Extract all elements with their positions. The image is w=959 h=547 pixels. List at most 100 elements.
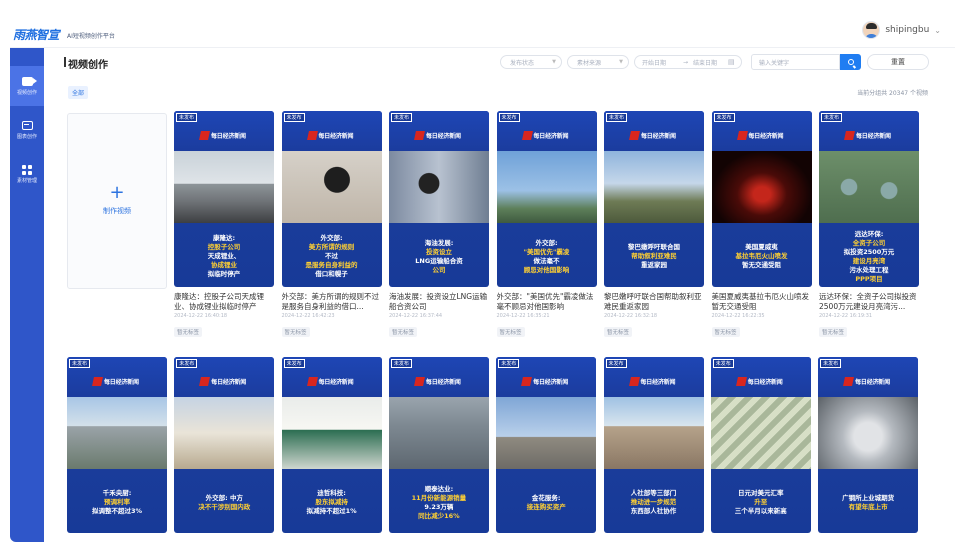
- video-thumbnail[interactable]: 未发布 每日经济新闻 外交部: 美方所谓的规则 不过 是服务自身利益的 借口和幌子: [281, 111, 382, 287]
- caption-line: 控股子公司: [207, 243, 241, 251]
- search-button[interactable]: [840, 54, 861, 70]
- source-select[interactable]: 素材来源 ▼: [567, 55, 629, 69]
- caption-line: 东西部人社协作: [630, 507, 677, 515]
- source-select-value: 素材来源: [577, 59, 602, 67]
- avatar[interactable]: [862, 21, 881, 39]
- video-thumbnail[interactable]: 未发布 每日经济新闻 外交部: "美国优先"霸凌 做法毫不 顾忌对他国影响: [496, 111, 597, 287]
- brand-logo: 每日经济新闻: [92, 377, 139, 386]
- brand-logo: 每日经济新闻: [199, 377, 246, 386]
- video-card[interactable]: 未发布 每日经济新闻 外交部: 美方所谓的规则 不过 是服务自身利益的 借口和幌子外交部：美…: [281, 111, 382, 338]
- video-card[interactable]: 未发布 每日经济新闻 人社部等三部门 推动进一步规范 东西部人社协作: [603, 357, 704, 533]
- caption-line: 9.23万辆: [424, 502, 454, 511]
- reset-button[interactable]: 重置: [867, 54, 929, 70]
- publish-status-badge: 未发布: [283, 359, 305, 368]
- thumbnail-caption: 金花服务: 接连购买资产: [496, 469, 596, 533]
- caption-line: 日元对美元汇率: [738, 489, 784, 497]
- thumbnail-caption: 黎巴嫩呼吁联合国 帮助叙利亚难民 重返家园: [604, 223, 704, 287]
- app-logo[interactable]: 雨燕智宣: [13, 26, 60, 43]
- video-count: 当前分组共 20347 个视频: [857, 90, 928, 97]
- create-video-card[interactable]: + 制作视频: [67, 113, 167, 289]
- thumbnail-photo: [818, 397, 919, 469]
- end-date-input[interactable]: 结束日期: [693, 58, 717, 67]
- sidebar-item-assets[interactable]: 素材管理: [10, 154, 44, 194]
- video-card[interactable]: 未发布 每日经济新闻 外交部: 中方 决不干涉别国内政: [174, 357, 275, 533]
- video-thumbnail[interactable]: 未发布 每日经济新闻 美国夏威夷 基拉韦厄火山喷发 暂无交通受阻: [711, 111, 812, 287]
- video-card[interactable]: 未发布 每日经济新闻 美国夏威夷 基拉韦厄火山喷发 暂无交通受阻 美国夏威夷基拉韦厄火山喷…: [711, 111, 812, 338]
- video-date: 2024-12-22 16:42:23: [281, 313, 335, 319]
- sidebar-item-video[interactable]: 视频创作: [10, 66, 44, 106]
- video-card[interactable]: 未发布 每日经济新闻 顺泰达业: 11月份新能源销量 9.23万辆 同比减少16%: [388, 357, 489, 533]
- search-placeholder: 输入关键字: [759, 59, 790, 67]
- video-thumbnail[interactable]: 未发布 每日经济新闻 千禾央厨: 预调利率 拟调整不超过3%: [67, 357, 167, 533]
- video-card[interactable]: 未发布 每日经济新闻 迪哲科技: 股东拟减持 拟减持不超过1%: [281, 357, 382, 533]
- search-input[interactable]: 输入关键字: [751, 54, 840, 70]
- caption-line: 建设月亮湾: [852, 256, 886, 265]
- video-thumbnail[interactable]: 未发布每日经济新闻金花服务: 接连购买资产: [496, 357, 597, 533]
- video-thumbnail[interactable]: 未发布 每日经济新闻 广钢所上业城期货 有望年底上市: [818, 357, 919, 533]
- tag-badge: 暂无标签: [174, 327, 203, 337]
- brand-logo: 每日经济新闻: [199, 131, 246, 140]
- chevron-down-icon: ▼: [619, 59, 623, 65]
- video-card[interactable]: 未发布 每日经济新闻 外交部: "美国优先"霸凌 做法毫不 顾忌对他国影响外交部："美国优…: [496, 111, 597, 338]
- caption-line: 暂无交通受阻: [742, 261, 781, 269]
- video-title[interactable]: 黎巴嫩呼吁联合国帮助叙利亚难民重返家园: [604, 292, 704, 312]
- tag-badge: 暂无标签: [819, 327, 848, 337]
- video-thumbnail[interactable]: 未发布 每日经济新闻 外交部: 中方 决不干涉别国内政: [174, 357, 275, 533]
- caption-line: 预调利率: [104, 498, 130, 506]
- video-card[interactable]: 未发布 每日经济新闻 黎巴嫩呼吁联合国 帮助叙利亚难民 重返家园 黎巴嫩呼吁联合国帮助叙利…: [604, 111, 704, 338]
- video-thumbnail[interactable]: 未发布 每日经济新闻 海油发展: 投资设立 LNG运输船合资 公司: [389, 111, 489, 287]
- caption-line: 11月份新能源销量: [411, 493, 467, 502]
- chevron-down-icon[interactable]: ⌄: [934, 26, 941, 35]
- video-card[interactable]: 未发布 每日经济新闻 远达环保: 全资子公司 拟投资2500万元 建设月亮湾 污水处理工程 P…: [819, 111, 919, 338]
- grid-icon: [21, 164, 33, 175]
- status-select[interactable]: 发布状态 ▼: [500, 55, 562, 69]
- video-card[interactable]: 未发布 每日经济新闻 千禾央厨: 预调利率 拟调整不超过3%: [67, 357, 167, 533]
- sidebar-item-label: 视频创作: [16, 89, 37, 96]
- caption-line: 借口和幌子: [315, 270, 348, 278]
- brand-mark-icon: [843, 377, 855, 386]
- video-card[interactable]: 未发布每日经济新闻金花服务: 接连购买资产: [496, 357, 597, 533]
- brand-name: 每日经济新闻: [318, 133, 354, 140]
- caption-line: 基拉韦厄火山喷发: [735, 252, 788, 260]
- video-thumbnail[interactable]: 未发布 每日经济新闻 人社部等三部门 推动进一步规范 东西部人社协作: [603, 357, 704, 533]
- caption-line: 污水处理工程: [849, 265, 889, 274]
- video-card[interactable]: 未发布 每日经济新闻 日元对美元汇率 升至 三个半月以来新高: [710, 357, 811, 533]
- video-card[interactable]: 未发布 每日经济新闻康隆达: 控股子公司 天成锂业、 协成锂业 拟临时停产康隆达：控股子公…: [174, 111, 274, 338]
- video-title[interactable]: 康隆达：控股子公司天成锂业、协成锂业拟临时停产: [174, 292, 274, 312]
- start-date-input[interactable]: 开始日期: [642, 58, 666, 67]
- date-range-picker[interactable]: 开始日期 → 结束日期 ▤: [634, 55, 742, 69]
- caption-line: 推动进一步规范: [630, 498, 677, 506]
- caption-line: 金花服务:: [531, 493, 561, 502]
- brand-name: 每日经济新闻: [104, 379, 139, 386]
- video-card[interactable]: 未发布 每日经济新闻 广钢所上业城期货 有望年底上市: [818, 357, 919, 533]
- video-thumbnail[interactable]: 未发布 每日经济新闻 远达环保: 全资子公司 拟投资2500万元 建设月亮湾 污水处理工程 P…: [819, 111, 919, 287]
- video-card[interactable]: 未发布 每日经济新闻 海油发展: 投资设立 LNG运输船合资 公司海油发展：投资设立LNG…: [389, 111, 489, 338]
- video-thumbnail[interactable]: 未发布 每日经济新闻康隆达: 控股子公司 天成锂业、 协成锂业 拟临时停产: [174, 111, 274, 287]
- video-thumbnail[interactable]: 未发布 每日经济新闻 日元对美元汇率 升至 三个半月以来新高: [710, 357, 811, 533]
- video-title[interactable]: 外交部："美国优先"霸凌做法毫不顾忌对他国影响: [497, 292, 597, 312]
- thumbnail-caption: 美国夏威夷 基拉韦厄火山喷发 暂无交通受阻: [712, 223, 812, 287]
- thumbnail-caption: 广钢所上业城期货 有望年底上市: [818, 469, 918, 533]
- caption-line: 千禾央厨:: [102, 489, 132, 497]
- caption-line: LNG运输船合资: [415, 256, 463, 265]
- video-title[interactable]: 远达环保：全资子公司拟投资2500万元建设月亮湾污...: [819, 292, 919, 312]
- top-header: 雨燕智宣 AI短视频创作平台 shipingbu ⌄: [10, 14, 955, 48]
- caption-line: 全资子公司: [852, 238, 886, 247]
- brand-name: 每日经济新闻: [318, 379, 354, 386]
- brand-name: 每日经济新闻: [640, 379, 676, 386]
- video-title[interactable]: 外交部：美方所谓的规则不过是服务自身利益的借口...: [282, 292, 382, 312]
- video-title[interactable]: 美国夏威夷基拉韦厄火山喷发暂无交通受阻: [712, 292, 812, 312]
- username[interactable]: shipingbu: [885, 25, 929, 35]
- brand-name: 每日经济新闻: [533, 379, 568, 386]
- tab-all[interactable]: 全部: [68, 86, 89, 99]
- caption-line: 顾忌对他国影响: [523, 265, 570, 274]
- video-thumbnail[interactable]: 未发布 每日经济新闻 迪哲科技: 股东拟减持 拟减持不超过1%: [281, 357, 382, 533]
- publish-status-badge: 未发布: [176, 113, 198, 122]
- thumbnail-caption: 康隆达: 控股子公司 天成锂业、 协成锂业 拟临时停产: [174, 223, 274, 287]
- video-thumbnail[interactable]: 未发布 每日经济新闻 黎巴嫩呼吁联合国 帮助叙利亚难民 重返家园: [604, 111, 704, 287]
- sidebar-item-image[interactable]: 图表创作: [10, 110, 44, 150]
- video-thumbnail[interactable]: 未发布 每日经济新闻 顺泰达业: 11月份新能源销量 9.23万辆 同比减少16%: [388, 357, 489, 533]
- video-title[interactable]: 海油发展：投资设立LNG运输船合资公司: [389, 292, 489, 312]
- publish-status-badge: 未发布: [498, 359, 520, 368]
- user-menu[interactable]: shipingbu ⌄: [862, 20, 941, 40]
